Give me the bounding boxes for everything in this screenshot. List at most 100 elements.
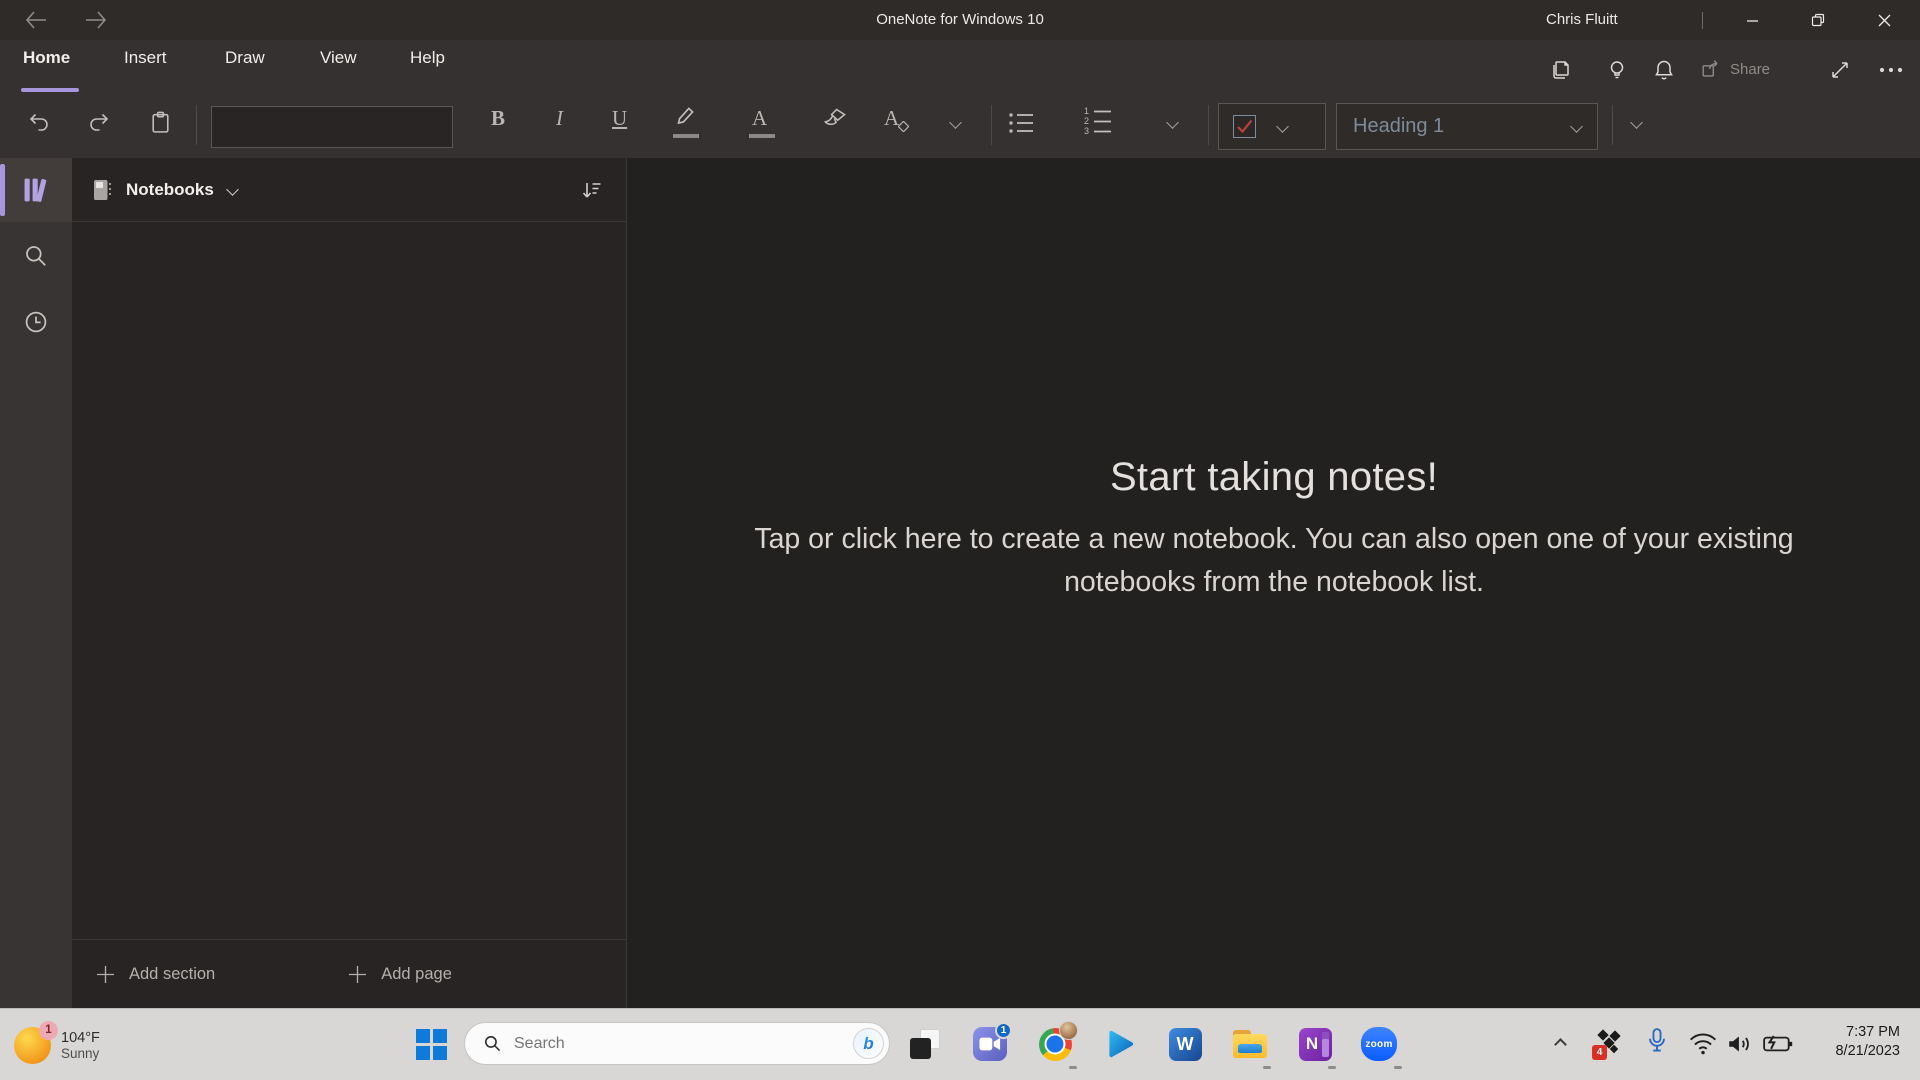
clock-recent-icon [23, 309, 49, 335]
microphone-in-use-icon[interactable] [1644, 1027, 1670, 1057]
rail-notebooks-library-button[interactable] [0, 158, 72, 222]
file-explorer-icon[interactable] [1232, 1026, 1268, 1062]
font-size-input[interactable] [367, 107, 451, 147]
account-name[interactable]: Chris Fluitt [1546, 11, 1618, 28]
movies-tv-icon[interactable] [1102, 1026, 1138, 1062]
search-icon [23, 243, 49, 269]
share-button[interactable]: Share [1700, 58, 1770, 80]
onenote-icon[interactable]: N [1297, 1026, 1333, 1062]
list-more-chevron-icon[interactable] [1166, 116, 1179, 129]
chrome-profile-avatar [1059, 1021, 1078, 1040]
weather-condition: Sunny [61, 1046, 100, 1061]
toolbar-separator [1208, 105, 1209, 145]
bullet-list-button[interactable] [1008, 110, 1036, 136]
weather-notification-badge: 1 [39, 1021, 58, 1040]
rail-recent-notes-button[interactable] [0, 290, 72, 354]
restore-button[interactable] [1795, 0, 1841, 40]
taskbar: 1 104°F Sunny [0, 1008, 1920, 1080]
word-icon[interactable]: W [1167, 1026, 1203, 1062]
notebooks-dropdown-chevron-icon [226, 183, 239, 196]
sort-icon[interactable] [580, 178, 604, 202]
rail-search-button[interactable] [0, 224, 72, 288]
battery-charging-icon[interactable] [1762, 1033, 1794, 1055]
taskbar-search[interactable]: b [464, 1022, 890, 1065]
video-camera-glyph [979, 1036, 1001, 1052]
toolbar-overflow-chevron-icon[interactable] [1630, 116, 1643, 129]
bold-button[interactable]: B [491, 106, 505, 131]
font-color-bar [749, 134, 775, 138]
bing-icon[interactable]: b [853, 1028, 884, 1059]
redo-icon[interactable] [86, 110, 112, 134]
clear-formatting-button[interactable]: A [884, 106, 899, 131]
task-view-icon[interactable] [907, 1026, 943, 1062]
tab-view[interactable]: View [320, 48, 357, 68]
library-books-icon [20, 174, 52, 206]
lightbulb-icon[interactable] [1605, 58, 1629, 82]
zoom-icon[interactable]: zoom [1361, 1026, 1397, 1062]
note-content-area[interactable]: Start taking notes! Tap or click here to… [628, 158, 1920, 1008]
minimize-button[interactable] [1729, 0, 1775, 40]
highlighter-button[interactable] [672, 103, 698, 129]
window-title: OneNote for Windows 10 [0, 11, 1920, 28]
numbered-list-button[interactable]: 1 2 3 [1084, 108, 1114, 141]
navigation-rail [0, 158, 72, 1008]
paste-clipboard-icon[interactable] [148, 110, 173, 135]
notebook-icon [90, 177, 114, 203]
tag-dropdown[interactable] [1218, 103, 1326, 150]
more-options-icon[interactable] [1878, 66, 1904, 74]
font-name-input[interactable] [212, 107, 367, 147]
weather-widget[interactable]: 1 104°F Sunny [14, 1009, 164, 1080]
close-button[interactable] [1861, 0, 1907, 40]
diamond-glyph [1610, 1045, 1618, 1053]
plus-icon [96, 965, 115, 984]
teams-chat-icon[interactable]: 1 [972, 1026, 1008, 1062]
ribbon: Home Insert Draw View Help [0, 40, 1920, 158]
tray-app-icon[interactable]: 4 [1596, 1029, 1624, 1057]
windows-logo-icon [433, 1046, 447, 1060]
notifications-bell-icon[interactable] [1652, 58, 1676, 82]
taskbar-clock[interactable]: 7:37 PM 8/21/2023 [1835, 1023, 1900, 1061]
titlebar-divider [1702, 12, 1703, 29]
add-page-button[interactable]: Add page [348, 965, 452, 984]
search-icon [483, 1034, 502, 1053]
running-indicator [1394, 1066, 1402, 1069]
tab-draw[interactable]: Draw [225, 48, 265, 68]
tab-home[interactable]: Home [23, 48, 70, 68]
notebooks-title: Notebooks [126, 180, 214, 200]
search-input[interactable] [514, 1035, 853, 1053]
clock-date: 8/21/2023 [1835, 1042, 1900, 1061]
toolbar-separator [196, 105, 197, 145]
font-more-chevron-icon[interactable] [949, 116, 962, 129]
share-label: Share [1730, 61, 1770, 78]
tab-help[interactable]: Help [410, 48, 445, 68]
plus-icon [348, 965, 367, 984]
toolbar-separator [1612, 105, 1613, 145]
todo-tag-checkbox-icon [1233, 115, 1256, 138]
add-section-button[interactable]: Add section [96, 965, 215, 984]
notebooks-header[interactable]: Notebooks [72, 158, 626, 222]
running-indicator [1328, 1066, 1336, 1069]
style-dropdown[interactable]: Heading 1 [1336, 103, 1598, 150]
volume-icon[interactable] [1726, 1031, 1754, 1057]
switch-pages-icon[interactable] [1548, 58, 1572, 82]
tab-insert[interactable]: Insert [124, 48, 167, 68]
windows-logo-icon [416, 1046, 430, 1060]
tag-dropdown-chevron-icon [1276, 120, 1289, 133]
screen: OneNote for Windows 10 Chris Fluitt Home… [0, 0, 1920, 1080]
format-painter-button[interactable] [822, 105, 849, 132]
fullscreen-expand-icon[interactable] [1828, 58, 1852, 82]
active-tab-underline [21, 88, 79, 92]
running-indicator [1069, 1066, 1077, 1069]
empty-state-message[interactable]: Tap or click here to create a new notebo… [694, 518, 1854, 604]
notebooks-panel: Notebooks Add section Add page [72, 158, 627, 1008]
style-dropdown-value: Heading 1 [1353, 115, 1444, 138]
undo-icon[interactable] [26, 110, 52, 134]
start-button[interactable] [416, 1029, 447, 1060]
style-dropdown-chevron-icon [1570, 120, 1583, 133]
titlebar: OneNote for Windows 10 Chris Fluitt [0, 0, 1920, 40]
chrome-icon[interactable] [1037, 1026, 1073, 1062]
font-color-button[interactable]: A [752, 106, 767, 131]
italic-button[interactable]: I [556, 106, 563, 131]
wifi-icon[interactable] [1688, 1032, 1718, 1056]
underline-button[interactable]: U [612, 106, 627, 131]
